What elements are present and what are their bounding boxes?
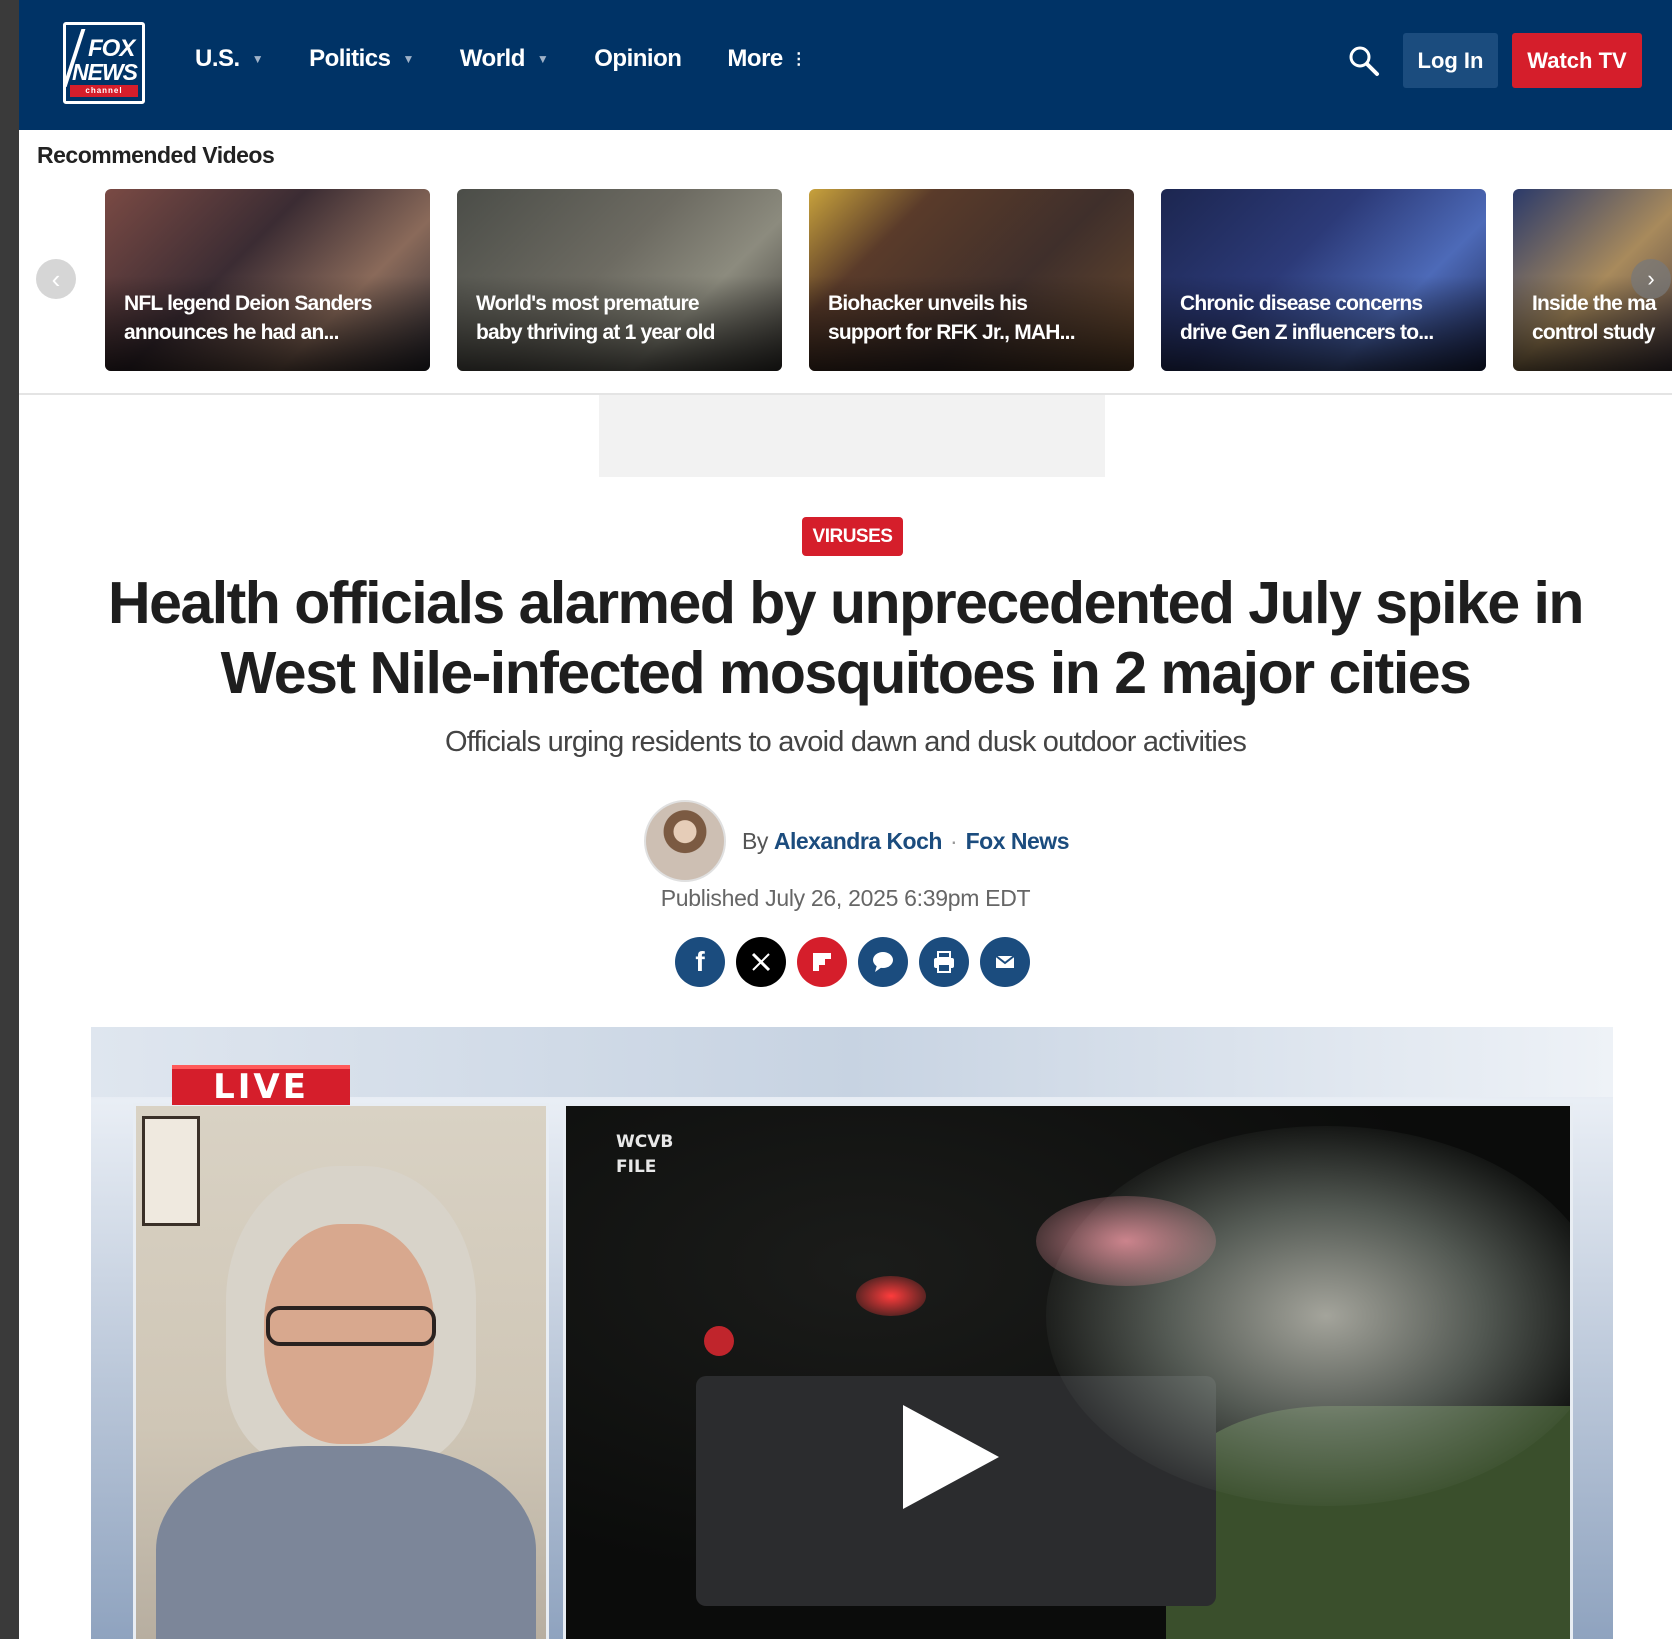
video-guest-panel bbox=[133, 1103, 549, 1639]
chevron-left-icon: ‹ bbox=[51, 263, 61, 294]
chevron-right-icon: › bbox=[1647, 266, 1655, 291]
watch-tv-button[interactable]: Watch TV bbox=[1512, 33, 1642, 88]
flipboard-icon[interactable] bbox=[797, 937, 847, 987]
byline: By Alexandra Koch · Fox News bbox=[644, 800, 1070, 882]
carousel-next-button[interactable]: › bbox=[1631, 259, 1671, 299]
nav-label: U.S. bbox=[195, 45, 240, 72]
live-badge: LIVE bbox=[172, 1065, 350, 1107]
fox-news-logo[interactable]: FOX NEWS channel bbox=[63, 22, 145, 104]
recommended-carousel: NFL legend Deion Sanders announces he ha… bbox=[105, 189, 1672, 371]
card-caption: NFL legend Deion Sanders announces he ha… bbox=[124, 289, 416, 347]
nav-label: More bbox=[727, 45, 783, 72]
video-card[interactable]: Biohacker unveils his support for RFK Jr… bbox=[809, 189, 1134, 371]
station-bug: WCVB FILE bbox=[616, 1132, 674, 1177]
video-footage-panel: WCVB FILE bbox=[563, 1103, 1573, 1639]
article-headline: Health officials alarmed by unprecedente… bbox=[108, 570, 1584, 706]
chevron-down-icon: ▼ bbox=[251, 52, 264, 66]
nav-label: Opinion bbox=[594, 45, 682, 72]
published-date: Published July 26, 2025 6:39pm EDT bbox=[660, 885, 1031, 911]
guest-glasses bbox=[266, 1306, 436, 1346]
logo-line2: NEWS bbox=[72, 59, 138, 85]
site-header: FOX NEWS channel U.S. ▼ Politics ▼ World… bbox=[19, 0, 1672, 130]
article-subheadline: Officials urging residents to avoid dawn… bbox=[444, 726, 1247, 758]
footage-red-light bbox=[856, 1276, 926, 1316]
outlet-link[interactable]: Fox News bbox=[966, 828, 1070, 855]
caption-line: World's most premature bbox=[476, 292, 700, 315]
main-nav: U.S. ▼ Politics ▼ World ▼ Opinion More ⋮ bbox=[195, 45, 852, 73]
ad-placeholder bbox=[599, 395, 1105, 477]
page: FOX NEWS channel U.S. ▼ Politics ▼ World… bbox=[19, 0, 1672, 1639]
nav-item-world[interactable]: World ▼ bbox=[459, 45, 549, 73]
caption-line: Chronic disease concerns bbox=[1180, 292, 1423, 315]
logo-line3: channel bbox=[70, 85, 138, 97]
facebook-icon[interactable]: f bbox=[675, 937, 725, 987]
video-card[interactable]: Chronic disease concerns drive Gen Z inf… bbox=[1161, 189, 1486, 371]
card-caption: Chronic disease concerns drive Gen Z inf… bbox=[1180, 289, 1472, 347]
search-icon[interactable] bbox=[1347, 44, 1381, 78]
stop-sign bbox=[704, 1326, 734, 1356]
chevron-down-icon: ▼ bbox=[536, 52, 549, 66]
nav-item-us[interactable]: U.S. ▼ bbox=[195, 45, 264, 73]
x-icon[interactable] bbox=[736, 937, 786, 987]
login-button[interactable]: Log In bbox=[1403, 33, 1498, 88]
caption-line: Biohacker unveils his bbox=[828, 292, 1028, 315]
wall-frame bbox=[142, 1116, 200, 1226]
author-link[interactable]: Alexandra Koch bbox=[774, 828, 943, 855]
card-caption: Biohacker unveils his support for RFK Jr… bbox=[828, 289, 1120, 347]
footage-spray bbox=[1046, 1126, 1570, 1506]
comment-icon[interactable] bbox=[858, 937, 908, 987]
video-card[interactable]: NFL legend Deion Sanders announces he ha… bbox=[105, 189, 430, 371]
video-card[interactable]: World's most premature baby thriving at … bbox=[457, 189, 782, 371]
recommended-videos-title: Recommended Videos bbox=[37, 142, 275, 168]
nav-label: Politics bbox=[309, 45, 391, 72]
caption-line: control study bbox=[1532, 321, 1655, 344]
chevron-down-icon: ▼ bbox=[402, 52, 414, 66]
video-player[interactable]: LIVE WCVB FILE bbox=[91, 1027, 1613, 1639]
byline-prefix: By bbox=[742, 827, 768, 854]
print-icon[interactable] bbox=[919, 937, 969, 987]
card-caption: World's most premature baby thriving at … bbox=[476, 289, 768, 347]
author-avatar[interactable] bbox=[644, 800, 726, 882]
share-bar: f bbox=[675, 937, 1030, 987]
play-icon[interactable] bbox=[903, 1405, 999, 1509]
caption-line: announces he had an... bbox=[124, 321, 339, 344]
email-icon[interactable] bbox=[980, 937, 1030, 987]
caption-line: drive Gen Z influencers to... bbox=[1180, 321, 1434, 344]
caption-line: support for RFK Jr., MAH... bbox=[828, 321, 1076, 344]
guest-jacket bbox=[156, 1446, 536, 1639]
nav-item-opinion[interactable]: Opinion bbox=[594, 45, 682, 73]
caption-line: NFL legend Deion Sanders bbox=[124, 292, 372, 315]
nav-label: World bbox=[459, 45, 526, 72]
nav-item-politics[interactable]: Politics ▼ bbox=[309, 45, 414, 73]
footage-spray-glow bbox=[1036, 1196, 1216, 1286]
nav-item-more[interactable]: More ⋮ bbox=[727, 45, 806, 73]
more-menu-icon: ⋮ bbox=[790, 51, 807, 68]
category-badge[interactable]: VIRUSES bbox=[802, 517, 903, 556]
caption-line: baby thriving at 1 year old bbox=[476, 321, 715, 344]
carousel-prev-button[interactable]: ‹ bbox=[36, 259, 76, 299]
byline-separator: · bbox=[949, 827, 958, 854]
